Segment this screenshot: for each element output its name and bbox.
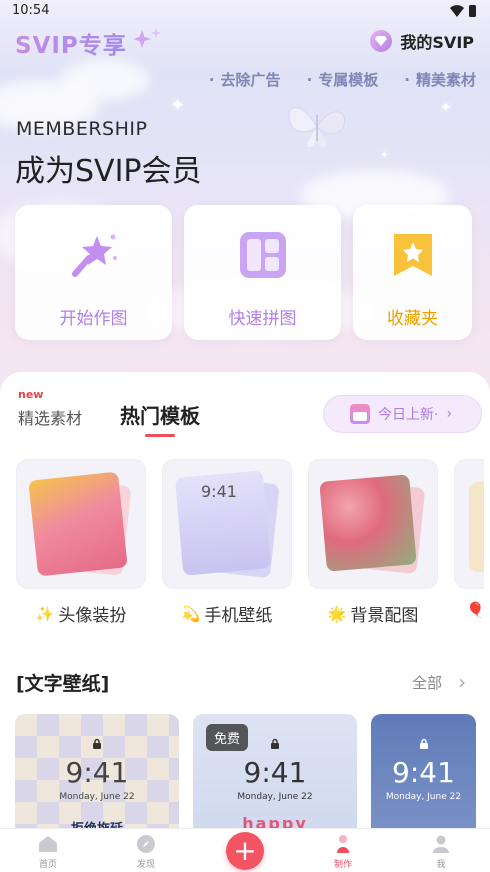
dizzy-icon: 💫: [181, 604, 201, 623]
sparkle-icon: ✦: [440, 100, 452, 116]
category-thumbnail: [16, 459, 146, 589]
quick-actions: 开始作图 快速拼图 收藏夹: [15, 205, 472, 340]
thumb-layer: [469, 482, 484, 572]
wallpaper-date: Monday, June 22: [59, 792, 135, 802]
nav-label: 制作: [333, 860, 352, 870]
nav-discover[interactable]: 发现: [116, 833, 176, 870]
wallpaper-time: 9:41: [65, 756, 129, 789]
wallpaper-date: Monday, June 22: [237, 792, 313, 802]
profile-icon: [433, 835, 449, 853]
favorites-button[interactable]: 收藏夹: [353, 205, 472, 340]
sparkle-icon: ✨: [35, 604, 55, 623]
avatar-thumbnail: [28, 471, 128, 577]
category-label: 头像装扮: [58, 606, 127, 626]
category-background[interactable]: 🌟 背景配图: [308, 459, 438, 626]
action-label: 收藏夹: [387, 309, 438, 329]
lock-icon: [271, 738, 279, 749]
diamond-icon: [370, 30, 393, 52]
start-drawing-button[interactable]: 开始作图: [15, 205, 172, 340]
battery-icon: [469, 5, 476, 17]
my-svip-button[interactable]: 我的SVIP: [370, 29, 474, 53]
home-icon: [39, 836, 57, 852]
nav-home[interactable]: 首页: [18, 833, 78, 870]
nav-me[interactable]: 我: [411, 833, 471, 870]
nav-label: 发现: [136, 860, 155, 870]
action-label: 快速拼图: [228, 309, 297, 329]
category-thumbnail: 9:41: [162, 459, 292, 589]
tulip-thumbnail: [319, 474, 417, 572]
my-svip-label: 我的SVIP: [400, 33, 474, 52]
perk-item: 精美素材: [404, 69, 476, 90]
wallpaper-time: 9:41: [243, 756, 307, 789]
status-time: 10:54: [12, 3, 50, 18]
view-all-label: 全部: [411, 673, 442, 692]
sparkle-icon: ✦: [170, 95, 186, 116]
active-tab-indicator: [145, 434, 175, 437]
star-icon: 🌟: [327, 604, 347, 623]
svip-brand-title: SVIP专享: [15, 26, 127, 60]
status-bar: 10:54: [0, 0, 490, 24]
wallpaper-time: 9:41: [392, 756, 455, 789]
category-thumbnail: [308, 459, 438, 589]
create-plus-button[interactable]: +: [226, 832, 264, 870]
nav-create[interactable]: 制作: [313, 833, 373, 870]
wallpaper-card[interactable]: 9:41 Monday, June 22: [371, 714, 476, 844]
perk-item: 专属模板: [307, 69, 378, 90]
category-partial[interactable]: 🎈: [454, 459, 484, 626]
category-label: 背景配图: [350, 606, 419, 626]
wallpaper-date: Monday, June 22: [385, 792, 462, 802]
svip-perks: 去除广告 专属模板 精美素材: [209, 69, 476, 90]
today-new-button[interactable]: 今日上新· ›: [323, 395, 482, 433]
compass-icon: [137, 835, 155, 853]
template-categories: ✨ 头像装扮 9:41 💫 手机壁纸 🌟 背景配图 🎈: [16, 459, 484, 626]
free-badge: 免费: [206, 724, 249, 751]
action-label: 开始作图: [59, 309, 128, 329]
thumb-time: 9:41: [201, 482, 237, 501]
cloud-decoration: [60, 60, 150, 100]
quick-collage-button[interactable]: 快速拼图: [184, 205, 341, 340]
sparkle-icon: ✦: [380, 150, 389, 161]
chevron-right-icon: ›: [446, 406, 453, 422]
calendar-icon: [350, 404, 370, 424]
butterfly-icon: [288, 107, 346, 148]
category-avatar[interactable]: ✨ 头像装扮: [16, 459, 146, 626]
perk-item: 去除广告: [209, 69, 281, 90]
favorites-star-icon: [393, 234, 432, 276]
sparkle-icon: [133, 28, 161, 48]
lock-icon: [93, 738, 101, 749]
chevron-right-icon: ›: [458, 670, 466, 694]
category-thumbnail: [454, 459, 484, 589]
nav-label: 我: [436, 860, 446, 870]
membership-eyebrow: MEMBERSHIP: [16, 118, 148, 140]
category-label: 手机壁纸: [204, 606, 273, 626]
become-svip-title[interactable]: 成为SVIP会员: [15, 146, 202, 190]
create-character-icon: [337, 835, 349, 853]
text-wallpaper-section-title: [文字壁纸]: [16, 673, 110, 695]
new-badge: new: [18, 388, 44, 401]
balloon-icon: 🎈: [466, 601, 484, 619]
lock-icon: [419, 738, 428, 749]
wallpaper-card[interactable]: 9:41 Monday, June 22 拒绝拖延: [15, 714, 179, 844]
nav-label: 首页: [38, 860, 57, 870]
view-all-link[interactable]: 全部 ›: [412, 670, 466, 694]
status-icons: [450, 5, 476, 17]
collage-icon: [239, 232, 286, 278]
tab-featured-materials[interactable]: 精选素材: [18, 405, 82, 429]
category-phone-wallpaper[interactable]: 9:41 💫 手机壁纸: [162, 459, 292, 626]
wifi-icon: [450, 5, 464, 17]
today-new-label: 今日上新·: [378, 407, 439, 423]
tab-hot-templates[interactable]: 热门模板: [120, 400, 200, 429]
magic-wand-icon: [71, 234, 117, 277]
